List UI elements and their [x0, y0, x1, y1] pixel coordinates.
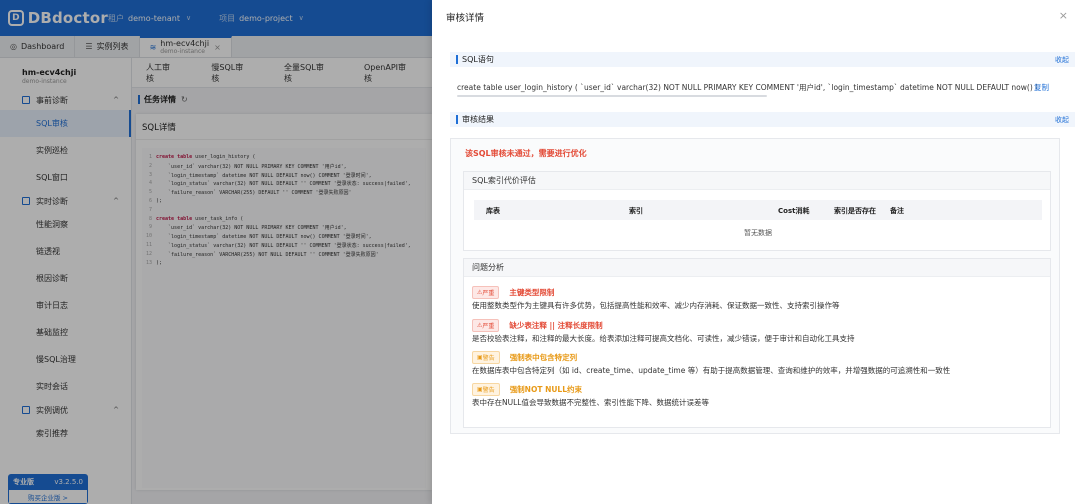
section-title: 审核结果 [462, 115, 494, 124]
issue-item: ⚠ 严重 主键类型限制使用整数类型作为主键具有许多优势，包括提高性能和效率、减少内… [472, 285, 840, 311]
issue-description: 使用整数类型作为主键具有许多优势，包括提高性能和效率、减少内存消耗、保证数据一致… [472, 301, 840, 310]
issue-head: ⚠ 严重 缺少表注释 || 注释长度限制 [472, 318, 855, 332]
close-icon[interactable]: × [1059, 9, 1068, 22]
col-cost: Cost消耗 [778, 207, 810, 215]
collapse-button[interactable]: 收起 [1055, 55, 1069, 65]
section-bar [456, 115, 458, 124]
audit-detail-drawer: 审核详情 × SQL语句 收起 create table user_login_… [432, 0, 1080, 504]
fail-message: 该SQL审核未通过，需要进行优化 [465, 149, 587, 158]
result-section-header: 审核结果 收起 [450, 112, 1075, 127]
drawer-title: 审核详情 [446, 13, 485, 24]
col-index-exists: 索引是否存在 [834, 207, 876, 215]
section-bar [456, 55, 458, 64]
severity-label: 警告 [482, 354, 495, 362]
eval-table-header: 库表 索引 Cost消耗 索引是否存在 备注 [474, 200, 1042, 220]
issue-head: ▣ 警告 强制NOT NULL约束 [472, 382, 709, 396]
severity-label: 严重 [482, 289, 495, 297]
copy-button[interactable]: 复制 [1034, 82, 1049, 93]
severity-badge: ▣ 警告 [472, 350, 500, 364]
issue-rule-title: 缺少表注释 || 注释长度限制 [509, 320, 603, 330]
eval-title: SQL索引代价评估 [464, 172, 1050, 190]
issue-head: ▣ 警告 强制表中包含特定列 [472, 350, 950, 364]
horizontal-scrollbar[interactable] [457, 95, 767, 97]
issue-head: ⚠ 严重 主键类型限制 [472, 285, 840, 299]
severity-label: 警告 [482, 386, 495, 394]
sql-section-header: SQL语句 收起 [450, 52, 1075, 67]
index-cost-eval: SQL索引代价评估 库表 索引 Cost消耗 索引是否存在 备注 暂无数据 [463, 171, 1051, 251]
issue-description: 表中存在NULL值会导致数据不完整性、索引性能下降、数据统计误差等 [472, 398, 709, 407]
audit-result-box: 该SQL审核未通过，需要进行优化 SQL索引代价评估 库表 索引 Cost消耗 … [450, 138, 1060, 434]
col-index: 索引 [629, 207, 643, 215]
section-title: SQL语句 [462, 55, 494, 64]
col-remark: 备注 [890, 207, 904, 215]
no-data: 暂无数据 [744, 229, 772, 237]
issue-item: ▣ 警告 强制NOT NULL约束表中存在NULL值会导致数据不完整性、索引性能下… [472, 382, 709, 408]
issue-title: 问题分析 [464, 259, 1050, 277]
severity-label: 严重 [482, 322, 495, 330]
severity-badge: ⚠ 严重 [472, 285, 500, 299]
collapse-button[interactable]: 收起 [1055, 115, 1069, 125]
col-table: 库表 [486, 207, 500, 215]
issue-rule-title: 主键类型限制 [509, 287, 555, 297]
issue-analysis: 问题分析 ⚠ 严重 主键类型限制 使用整数类型作为主键具有许多优势，包括提高性能和效… [463, 258, 1051, 428]
modal-overlay[interactable] [0, 0, 432, 504]
issue-item: ▣ 警告 强制表中包含特定列在数据库表中包含特定列（如 id、create_tim… [472, 350, 951, 376]
issue-rule-title: 强制NOT NULL约束 [509, 384, 582, 394]
issue-item: ⚠ 严重 缺少表注释 || 注释长度限制是否校验表注释，和注释的最大长度。给表添加… [472, 318, 855, 344]
issue-description: 在数据库表中包含特定列（如 id、create_time、update_time… [472, 366, 951, 375]
severity-badge: ▣ 警告 [472, 382, 500, 396]
issue-rule-title: 强制表中包含特定列 [509, 352, 578, 362]
issue-description: 是否校验表注释，和注释的最大长度。给表添加注释可提高文档化、可读性，减少错误，便… [472, 334, 855, 343]
sql-statement: create table user_login_history ( `user_… [457, 83, 1037, 92]
app-root: D DBdoctor 租户 demo-tenant ∨ 项目 demo-proj… [0, 0, 1080, 504]
severity-badge: ⚠ 严重 [472, 318, 500, 332]
